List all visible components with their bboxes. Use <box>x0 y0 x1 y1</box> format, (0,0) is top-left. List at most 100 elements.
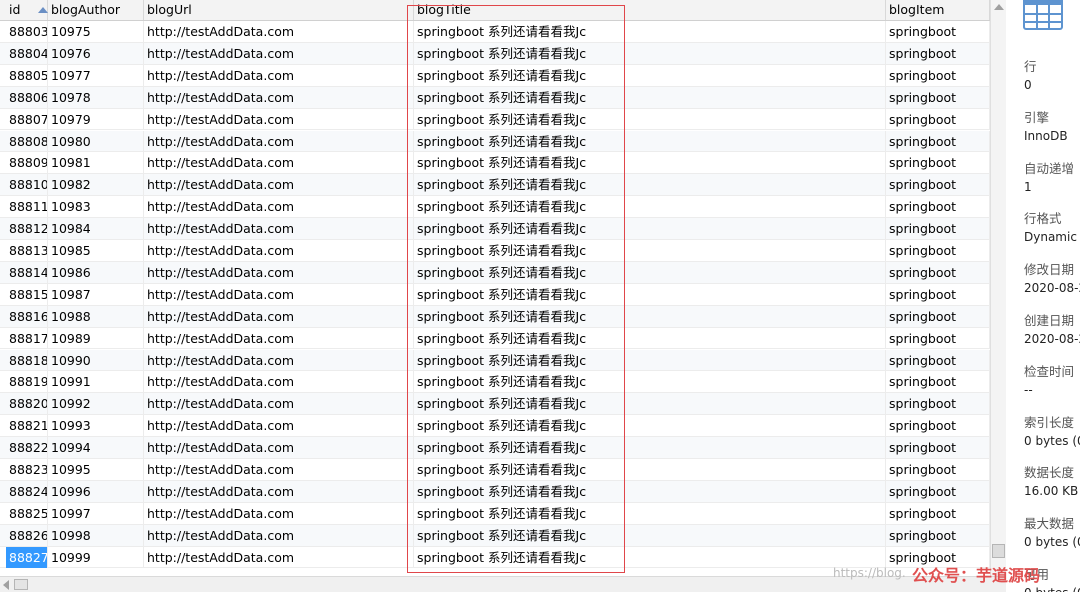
table-row[interactable]: 88820 10992 http://testAddData.com springbo… <box>0 393 990 416</box>
cell-blogurl[interactable]: http://testAddData.com <box>144 480 414 502</box>
cell-blogitem[interactable]: springboot <box>886 524 990 546</box>
cell-blogurl[interactable]: http://testAddData.com <box>144 152 414 174</box>
cell-blogauthor[interactable]: 10999 <box>48 546 144 568</box>
cell-blogtitle[interactable]: springboot 系列还请看看我Jc <box>414 64 886 86</box>
cell-blogitem[interactable]: springboot <box>886 196 990 218</box>
cell-blogtitle[interactable]: springboot 系列还请看看我Jc <box>414 546 886 568</box>
cell-blogtitle[interactable]: springboot 系列还请看看我Jc <box>414 502 886 524</box>
cell-blogauthor[interactable]: 10993 <box>48 415 144 437</box>
cell-blogitem[interactable]: springboot <box>886 174 990 196</box>
cell-blogtitle[interactable]: springboot 系列还请看看我Jc <box>414 283 886 305</box>
cell-id[interactable]: 88809 <box>6 152 48 174</box>
cell-id[interactable]: 88825 <box>6 502 48 524</box>
cell-blogauthor[interactable]: 10979 <box>48 108 144 130</box>
cell-blogauthor[interactable]: 10980 <box>48 130 144 152</box>
table-row[interactable]: 88817 10989 http://testAddData.com springbo… <box>0 327 990 350</box>
cell-blogtitle[interactable]: springboot 系列还请看看我Jc <box>414 349 886 371</box>
cell-blogitem[interactable]: springboot <box>886 327 990 349</box>
cell-id[interactable]: 88817 <box>6 327 48 349</box>
scroll-up-arrow-icon[interactable] <box>994 4 1004 10</box>
cell-id[interactable]: 88807 <box>6 108 48 130</box>
cell-id[interactable]: 88818 <box>6 349 48 371</box>
cell-blogtitle[interactable]: springboot 系列还请看看我Jc <box>414 196 886 218</box>
cell-blogtitle[interactable]: springboot 系列还请看看我Jc <box>414 240 886 261</box>
cell-blogtitle[interactable]: springboot 系列还请看看我Jc <box>414 261 886 283</box>
table-row[interactable]: 88821 10993 http://testAddData.com springbo… <box>0 415 990 438</box>
table-row[interactable]: 88803 10975 http://testAddData.com springbo… <box>0 21 990 43</box>
table-row[interactable]: 88804 10976 http://testAddData.com springbo… <box>0 42 990 65</box>
cell-blogauthor[interactable]: 10992 <box>48 393 144 415</box>
cell-blogurl[interactable]: http://testAddData.com <box>144 64 414 86</box>
cell-blogitem[interactable]: springboot <box>886 21 990 42</box>
cell-id[interactable]: 88815 <box>6 283 48 305</box>
data-grid[interactable]: id blogAuthor blogUrl blogTitle blogItem… <box>0 0 990 576</box>
cell-blogtitle[interactable]: springboot 系列还请看看我Jc <box>414 393 886 415</box>
cell-blogurl[interactable]: http://testAddData.com <box>144 502 414 524</box>
cell-blogitem[interactable]: springboot <box>886 437 990 459</box>
column-header-blogurl[interactable]: blogUrl <box>144 0 414 20</box>
cell-blogitem[interactable]: springboot <box>886 415 990 437</box>
cell-blogitem[interactable]: springboot <box>886 240 990 261</box>
cell-blogurl[interactable]: http://testAddData.com <box>144 546 414 568</box>
scroll-left-arrow-icon[interactable] <box>3 580 9 590</box>
cell-blogitem[interactable]: springboot <box>886 130 990 152</box>
table-row[interactable]: 88813 10985 http://testAddData.com springbo… <box>0 240 990 262</box>
cell-blogauthor[interactable]: 10990 <box>48 349 144 371</box>
cell-blogauthor[interactable]: 10989 <box>48 327 144 349</box>
table-row[interactable]: 88822 10994 http://testAddData.com springbo… <box>0 437 990 459</box>
cell-blogtitle[interactable]: springboot 系列还请看看我Jc <box>414 327 886 349</box>
cell-blogurl[interactable]: http://testAddData.com <box>144 21 414 42</box>
cell-blogurl[interactable]: http://testAddData.com <box>144 459 414 480</box>
horizontal-scroll-thumb[interactable] <box>14 579 28 590</box>
cell-blogauthor[interactable]: 10996 <box>48 480 144 502</box>
cell-id[interactable]: 88822 <box>6 437 48 459</box>
cell-blogtitle[interactable]: springboot 系列还请看看我Jc <box>414 42 886 64</box>
cell-id[interactable]: 88812 <box>6 218 48 240</box>
cell-blogauthor[interactable]: 10983 <box>48 196 144 218</box>
cell-blogauthor[interactable]: 10985 <box>48 240 144 261</box>
table-row[interactable]: 88807 10979 http://testAddData.com springbo… <box>0 108 990 131</box>
cell-blogauthor[interactable]: 10981 <box>48 152 144 174</box>
cell-blogauthor[interactable]: 10976 <box>48 42 144 64</box>
cell-id[interactable]: 88810 <box>6 174 48 196</box>
cell-id[interactable]: 88806 <box>6 86 48 108</box>
table-row[interactable]: 88824 10996 http://testAddData.com springbo… <box>0 480 990 503</box>
table-row[interactable]: 88823 10995 http://testAddData.com springbo… <box>0 459 990 481</box>
cell-blogurl[interactable]: http://testAddData.com <box>144 218 414 240</box>
cell-blogurl[interactable]: http://testAddData.com <box>144 393 414 415</box>
table-row[interactable]: 88825 10997 http://testAddData.com springbo… <box>0 502 990 525</box>
cell-blogitem[interactable]: springboot <box>886 349 990 371</box>
cell-blogitem[interactable]: springboot <box>886 108 990 130</box>
cell-blogitem[interactable]: springboot <box>886 86 990 108</box>
cell-id[interactable]: 88803 <box>6 21 48 42</box>
cell-id[interactable]: 88811 <box>6 196 48 218</box>
table-row[interactable]: 88812 10984 http://testAddData.com springbo… <box>0 218 990 240</box>
cell-blogtitle[interactable]: springboot 系列还请看看我Jc <box>414 480 886 502</box>
cell-blogitem[interactable]: springboot <box>886 283 990 305</box>
vertical-scroll-thumb[interactable] <box>992 544 1005 558</box>
cell-id[interactable]: 88804 <box>6 42 48 64</box>
cell-id[interactable]: 88826 <box>6 524 48 546</box>
cell-blogurl[interactable]: http://testAddData.com <box>144 174 414 196</box>
cell-blogitem[interactable]: springboot <box>886 152 990 174</box>
cell-blogitem[interactable]: springboot <box>886 64 990 86</box>
cell-blogtitle[interactable]: springboot 系列还请看看我Jc <box>414 371 886 393</box>
cell-blogauthor[interactable]: 10997 <box>48 502 144 524</box>
cell-blogitem[interactable]: springboot <box>886 218 990 240</box>
cell-blogurl[interactable]: http://testAddData.com <box>144 240 414 261</box>
cell-blogitem[interactable]: springboot <box>886 502 990 524</box>
cell-blogtitle[interactable]: springboot 系列还请看看我Jc <box>414 305 886 327</box>
table-row[interactable]: 88814 10986 http://testAddData.com springbo… <box>0 261 990 284</box>
column-header-id[interactable]: id <box>6 0 48 20</box>
cell-blogurl[interactable]: http://testAddData.com <box>144 261 414 283</box>
cell-blogauthor[interactable]: 10988 <box>48 305 144 327</box>
column-header-blogtitle[interactable]: blogTitle <box>414 0 886 20</box>
cell-blogitem[interactable]: springboot <box>886 261 990 283</box>
table-row[interactable]: 88809 10981 http://testAddData.com springbo… <box>0 152 990 175</box>
cell-id[interactable]: 88820 <box>6 393 48 415</box>
cell-blogitem[interactable]: springboot <box>886 371 990 393</box>
cell-blogauthor[interactable]: 10998 <box>48 524 144 546</box>
table-row[interactable]: 88805 10977 http://testAddData.com springbo… <box>0 64 990 87</box>
table-row[interactable]: 88806 10978 http://testAddData.com springbo… <box>0 86 990 109</box>
cell-blogurl[interactable]: http://testAddData.com <box>144 42 414 64</box>
